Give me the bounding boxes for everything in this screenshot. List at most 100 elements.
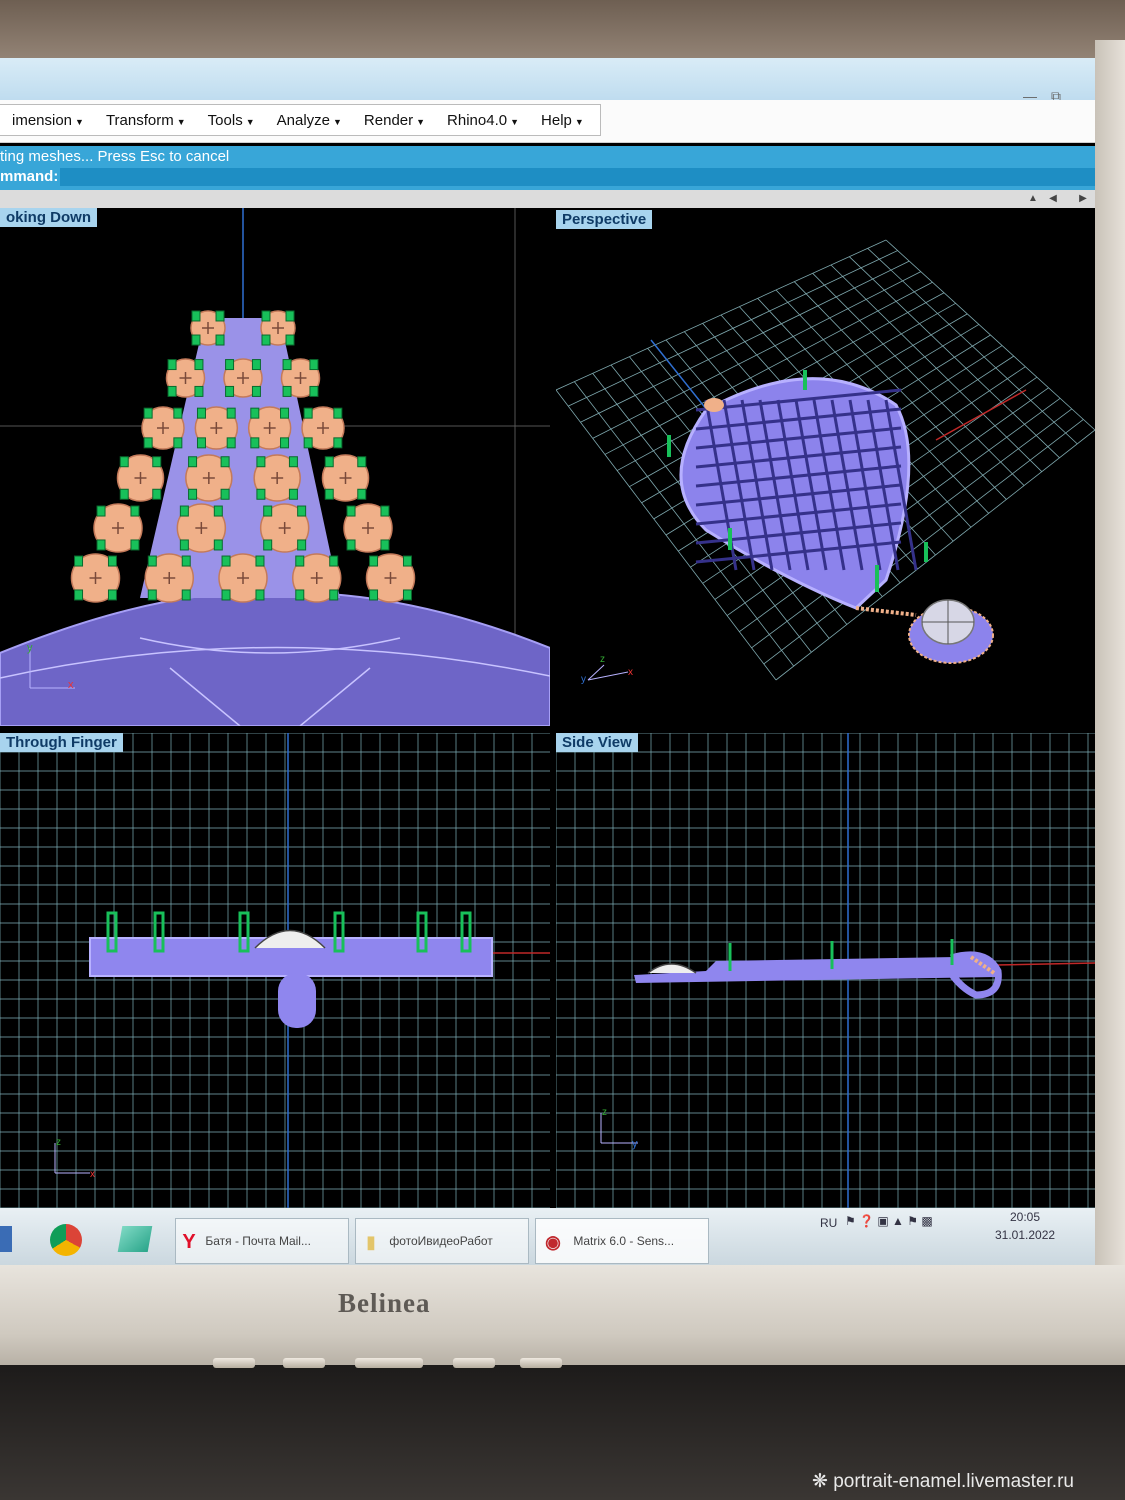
viewport-label-perspective[interactable]: Perspective: [556, 210, 653, 229]
prong-icon: [179, 539, 189, 551]
prong-icon: [221, 589, 231, 601]
prong-icon: [196, 407, 206, 419]
viewport-label-side[interactable]: Side View: [556, 733, 638, 752]
screen: — ⧉ ✕ imension▼ Transform▼ Tools▼ Analyz…: [0, 58, 1095, 1268]
prong-icon: [173, 407, 183, 419]
prong-icon: [263, 539, 273, 551]
prong-icon: [295, 589, 305, 601]
menu-analyze[interactable]: Analyze ▼: [265, 112, 352, 129]
axis-x-label: x: [68, 679, 74, 691]
viewport-label-front[interactable]: Through Finger: [0, 733, 123, 752]
front-view-model: x z: [0, 733, 550, 1208]
file-manager-icon[interactable]: [0, 1226, 12, 1252]
viewport-label-top[interactable]: oking Down: [0, 208, 97, 227]
prong-icon: [194, 359, 204, 371]
prong-icon: [196, 437, 206, 449]
prong-icon: [255, 589, 265, 601]
prong-icon: [250, 437, 260, 449]
prong-icon: [181, 589, 191, 601]
monitor-button[interactable]: [283, 1358, 325, 1368]
prong-icon: [74, 555, 84, 567]
viewport-front[interactable]: x z Through Finger: [0, 733, 550, 1208]
prong-icon: [167, 359, 177, 371]
prong-icon: [285, 310, 295, 322]
chevron-down-icon: ▼: [75, 116, 84, 127]
side-view-model: y z: [556, 733, 1095, 1208]
chevron-down-icon: ▼: [416, 116, 426, 127]
prong-icon: [256, 456, 266, 468]
persp-axis-y-label: y: [581, 674, 586, 685]
prong-icon: [251, 359, 261, 371]
prong-icon: [303, 407, 313, 419]
scroll-left-icon[interactable]: ◀: [1045, 190, 1061, 208]
window-titlebar: — ⧉ ✕: [0, 58, 1095, 104]
persp-axis-x-label: x: [628, 667, 633, 678]
prong-icon: [213, 505, 223, 517]
clock-time[interactable]: 20:05: [1010, 1210, 1040, 1224]
chrome-icon[interactable]: [50, 1224, 82, 1256]
menu-rhino[interactable]: Rhino4.0 ▼: [435, 112, 529, 129]
prong-icon: [357, 456, 367, 468]
axis-y-label: y: [27, 642, 33, 654]
monitor-button[interactable]: [355, 1358, 423, 1368]
viewport-top[interactable]: x y oking Down: [0, 208, 550, 726]
menu-render[interactable]: Render ▼: [352, 112, 435, 129]
viewport-perspective[interactable]: y z x Perspective: [556, 210, 1095, 726]
taskbar-item-matrix[interactable]: ◉ Matrix 6.0 - Sens...: [535, 1218, 709, 1264]
prong-icon: [107, 555, 117, 567]
taskbar-item-mail[interactable]: Y Батя - Почта Mail...: [175, 1218, 349, 1264]
prong-icon: [329, 555, 339, 567]
prong-icon: [280, 407, 290, 419]
command-history: ting meshes... Press Esc to cancel: [0, 148, 230, 165]
command-area: ting meshes... Press Esc to cancel mmand…: [0, 146, 1095, 190]
menu-transform[interactable]: Transform ▼: [94, 112, 196, 129]
prong-icon: [152, 488, 162, 500]
chevron-down-icon: ▼: [574, 116, 584, 127]
prong-icon: [255, 555, 265, 567]
prong-icon: [256, 488, 266, 500]
command-input[interactable]: [60, 168, 1095, 186]
side-axis-y-label: y: [632, 1138, 638, 1150]
clock-date[interactable]: 31.01.2022: [995, 1228, 1055, 1242]
prong-icon: [130, 539, 140, 551]
prong-icon: [251, 385, 261, 397]
perspective-view-model: y z x: [556, 239, 1095, 685]
prong-icon: [191, 310, 201, 322]
prong-icon: [119, 456, 129, 468]
prong-icon: [333, 437, 343, 449]
chevron-down-icon: ▼: [510, 116, 520, 127]
prong-icon: [288, 456, 298, 468]
prong-icon: [297, 505, 307, 517]
prong-icon: [329, 589, 339, 601]
scroll-right-icon[interactable]: ▶: [1075, 190, 1091, 208]
menu-dimension[interactable]: imension ▼: [0, 112, 94, 129]
prong-icon: [346, 505, 356, 517]
prong-icon: [173, 437, 183, 449]
language-indicator[interactable]: RU: [820, 1216, 837, 1230]
folder-icon: ▮: [366, 1231, 376, 1252]
matrix-icon: ◉: [545, 1231, 561, 1252]
prong-icon: [357, 488, 367, 500]
prong-icon: [380, 505, 390, 517]
prong-icon: [261, 334, 271, 346]
prong-icon: [191, 334, 201, 346]
monitor-button[interactable]: [213, 1358, 255, 1368]
monitor-button[interactable]: [520, 1358, 562, 1368]
front-axis-z-label: z: [56, 1137, 61, 1148]
menu-tools[interactable]: Tools ▼: [196, 112, 265, 129]
spin-arrow-icon[interactable]: ▲: [1025, 190, 1041, 208]
chevron-down-icon: ▼: [176, 116, 186, 127]
monitor-button[interactable]: [453, 1358, 495, 1368]
menu-help[interactable]: Help ▼: [529, 112, 594, 129]
prong-icon: [147, 555, 157, 567]
prong-icon: [221, 555, 231, 567]
taskbar-item-folder[interactable]: ▮ фотоИвидеоРабот: [355, 1218, 529, 1264]
prong-icon: [119, 488, 129, 500]
prong-icon: [215, 334, 225, 346]
tray-icons[interactable]: ⚑ ❓ ▣ ▲ ⚑ ▩: [845, 1214, 933, 1228]
prong-icon: [285, 334, 295, 346]
prong-icon: [380, 539, 390, 551]
monitor-bezel-bottom: [0, 1265, 1125, 1365]
viewport-side[interactable]: y z Side View: [556, 733, 1095, 1208]
app-icon[interactable]: [117, 1226, 153, 1252]
